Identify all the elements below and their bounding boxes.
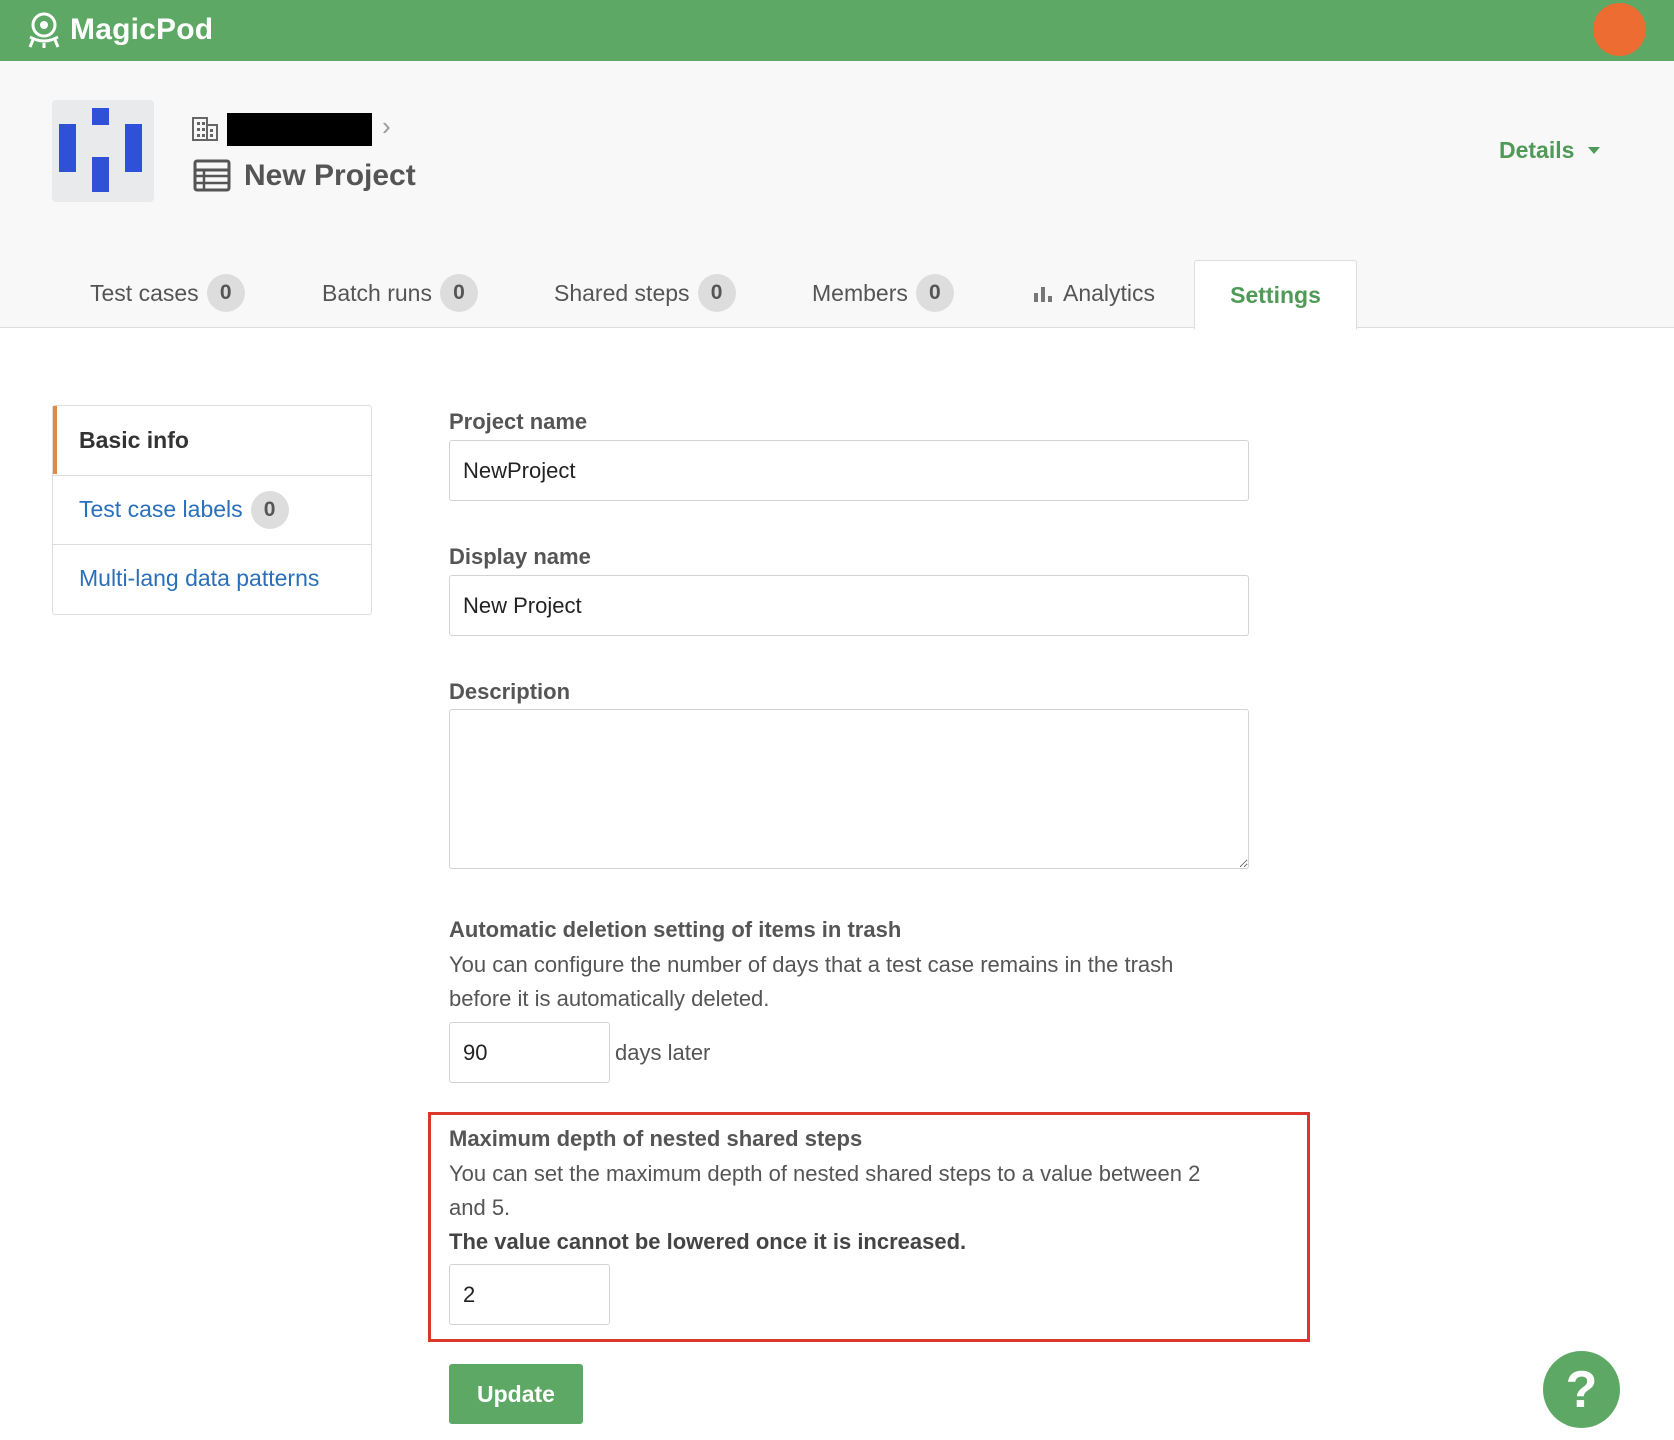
count-badge: 0 [915,274,954,312]
nested-depth-label: Maximum depth of nested shared steps [449,1126,863,1151]
tab-test-cases[interactable]: Test cases 0 [90,255,245,331]
tab-settings[interactable]: Settings [1194,260,1357,330]
magicpod-logo[interactable]: MagicPod [24,8,213,52]
tab-label: Shared steps [554,279,690,306]
top-navbar: MagicPod [0,0,1674,61]
tab-batch-runs[interactable]: Batch runs 0 [322,255,478,331]
trash-help-line-2: before it is automatically deleted. [449,986,770,1011]
project-table-icon [193,159,231,192]
sidebar-item-label: Basic info [79,426,189,453]
organization-icon [192,117,218,141]
sidebar-item-label: Multi-lang data patterns [79,565,320,591]
project-name-label: Project name [449,409,588,434]
page-title: New Project [244,159,416,192]
details-dropdown[interactable]: Details [1499,137,1601,164]
user-avatar[interactable] [1593,3,1646,56]
app-name: MagicPod [70,13,214,46]
count-badge: 0 [206,274,245,312]
nested-depth-input[interactable] [449,1264,610,1325]
tab-label: Settings [1230,281,1321,308]
nested-depth-help-line-1: You can set the maximum depth of nested … [449,1161,1201,1186]
count-badge: 0 [697,274,736,312]
help-button[interactable]: ? [1543,1351,1620,1428]
update-button[interactable]: Update [449,1364,583,1424]
tab-label: Members [812,279,908,306]
description-label: Description [449,679,571,704]
tab-members[interactable]: Members 0 [812,255,954,331]
sidebar-item-test-case-labels[interactable]: Test case labels 0 [53,475,371,543]
trash-setting-label: Automatic deletion setting of items in t… [449,917,902,942]
count-badge: 0 [250,490,289,529]
details-label: Details [1499,137,1575,163]
nested-depth-help-line-2: and 5. [449,1195,511,1220]
breadcrumb-chevron-icon: › [382,111,391,141]
magicpod-logo-icon [28,12,60,48]
description-textarea[interactable] [449,709,1249,869]
display-name-label: Display name [449,544,591,569]
project-avatar [52,100,154,202]
settings-sidebar: Basic info Test case labels 0 Multi-lang… [52,405,372,615]
organization-name-redacted[interactable] [227,113,372,146]
tab-label: Batch runs [322,279,432,306]
sidebar-item-multi-lang-data-patterns[interactable]: Multi-lang data patterns [53,544,371,612]
question-mark-icon: ? [1565,1360,1598,1419]
caret-down-icon [1588,147,1601,154]
sidebar-item-basic-info[interactable]: Basic info [53,406,371,474]
days-later-label: days later [615,1040,711,1065]
sidebar-item-label: Test case labels [79,496,243,522]
trash-help-line-1: You can configure the number of days tha… [449,952,1174,977]
bar-chart-icon [1034,287,1052,302]
trash-days-input[interactable] [449,1022,610,1083]
project-name-input[interactable] [449,440,1249,501]
count-badge: 0 [439,274,478,312]
display-name-input[interactable] [449,575,1249,636]
tab-shared-steps[interactable]: Shared steps 0 [554,255,736,331]
nested-depth-warning: The value cannot be lowered once it is i… [449,1229,967,1254]
tab-analytics[interactable]: Analytics [1033,255,1155,331]
tab-label: Test cases [90,279,199,306]
tab-label: Analytics [1063,279,1156,306]
project-identicon [59,108,142,192]
